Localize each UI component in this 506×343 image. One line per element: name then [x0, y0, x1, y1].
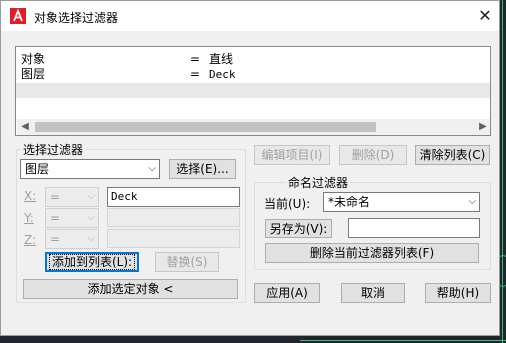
delete-button[interactable]: 删除(D) [339, 145, 407, 165]
scroll-right-icon[interactable]: ▶ [475, 119, 490, 135]
horizontal-scrollbar[interactable]: ◀ ▶ [17, 119, 490, 135]
filter-value: 直线 [209, 52, 234, 66]
x-operator-select[interactable]: = ⌵ [45, 187, 99, 207]
scroll-left-icon[interactable]: ◀ [17, 119, 33, 135]
filter-type-select[interactable]: 图层 ⌵ [20, 159, 160, 179]
replace-button[interactable]: 替换(S) [155, 252, 219, 272]
chevron-down-icon: ⌵ [148, 163, 156, 174]
save-as-button[interactable]: 另存为(V): [265, 219, 332, 238]
y-value-field[interactable] [107, 208, 240, 227]
add-selected-object-button[interactable]: 添加选定对象 < [23, 279, 238, 299]
filter-value: Deck [209, 68, 236, 81]
delete-current-filter-list-button[interactable]: 删除当前过滤器列表(F) [265, 243, 479, 263]
save-as-field[interactable] [348, 218, 480, 238]
autocad-logo-icon [10, 8, 26, 24]
x-value-text: Deck [111, 190, 138, 203]
z-operator-value: = [50, 232, 61, 246]
filter-operator: = [190, 67, 201, 81]
close-icon[interactable]: ✕ [472, 5, 498, 27]
chevron-down-icon: ⌵ [87, 233, 95, 244]
save-as-label: 另存为(V): [269, 222, 328, 236]
x-operator-value: = [50, 190, 61, 204]
filter-list-row[interactable]: 图层 = Deck [21, 67, 487, 82]
add-selected-object-label: 添加选定对象 < [87, 282, 174, 296]
delete-current-filter-list-label: 删除当前过滤器列表(F) [309, 246, 435, 260]
filter-type-value: 图层 [25, 162, 50, 176]
apply-button[interactable]: 应用(A) [254, 283, 320, 303]
chevron-down-icon: ⌵ [468, 196, 476, 207]
select-button-label: 选择(E)... [176, 162, 229, 176]
delete-label: 删除(D) [351, 148, 395, 162]
edit-item-label: 编辑项目(I) [261, 148, 323, 162]
filter-list-row[interactable]: 对象 = 直线 [21, 52, 487, 67]
help-button[interactable]: 帮助(H) [425, 283, 491, 303]
y-operator-select[interactable]: = ⌵ [45, 208, 99, 228]
filter-property: 对象 [21, 52, 46, 66]
current-filter-select[interactable]: *未命名 ⌵ [323, 192, 480, 212]
filter-operator: = [190, 52, 201, 66]
clear-list-label: 清除列表(C) [419, 148, 486, 162]
current-label: 当前(U): [264, 197, 311, 211]
z-label: Z: [24, 233, 37, 247]
x-label: X: [24, 189, 37, 203]
select-filter-legend: 选择过滤器 [21, 141, 86, 158]
filter-list[interactable]: 对象 = 直线 图层 = Deck ◀ ▶ [15, 46, 491, 136]
background-line [502, 0, 503, 343]
select-button[interactable]: 选择(E)... [169, 159, 236, 179]
chevron-down-icon: ⌵ [87, 191, 95, 202]
y-label: Y: [24, 211, 34, 225]
named-filters-legend: 命名过滤器 [286, 174, 351, 191]
y-operator-value: = [50, 211, 61, 225]
chevron-down-icon: ⌵ [87, 212, 95, 223]
empty-row [16, 83, 490, 98]
add-to-list-button[interactable]: 添加到列表(L): [45, 252, 139, 272]
object-selection-filter-dialog: 对象选择过滤器 ✕ 对象 = 直线 图层 = Deck ◀ ▶ 选择过滤器 图层… [0, 0, 500, 336]
title-bar: 对象选择过滤器 ✕ [1, 1, 499, 31]
add-to-list-label: 添加到列表(L): [48, 254, 136, 270]
edit-item-button[interactable]: 编辑项目(I) [254, 145, 330, 165]
help-label: 帮助(H) [436, 286, 480, 300]
clear-list-button[interactable]: 清除列表(C) [415, 145, 490, 165]
z-operator-select[interactable]: = ⌵ [45, 229, 99, 249]
filter-property: 图层 [21, 67, 46, 81]
cancel-label: 取消 [360, 286, 385, 300]
apply-label: 应用(A) [266, 286, 308, 300]
z-value-field[interactable] [107, 229, 240, 248]
background-line [300, 340, 506, 341]
x-value-field[interactable]: Deck [107, 187, 240, 207]
current-filter-value: *未命名 [328, 195, 371, 209]
cancel-button[interactable]: 取消 [341, 283, 405, 303]
scrollbar-thumb[interactable] [35, 122, 376, 132]
replace-button-label: 替换(S) [166, 255, 208, 269]
window-title: 对象选择过滤器 [34, 11, 119, 25]
